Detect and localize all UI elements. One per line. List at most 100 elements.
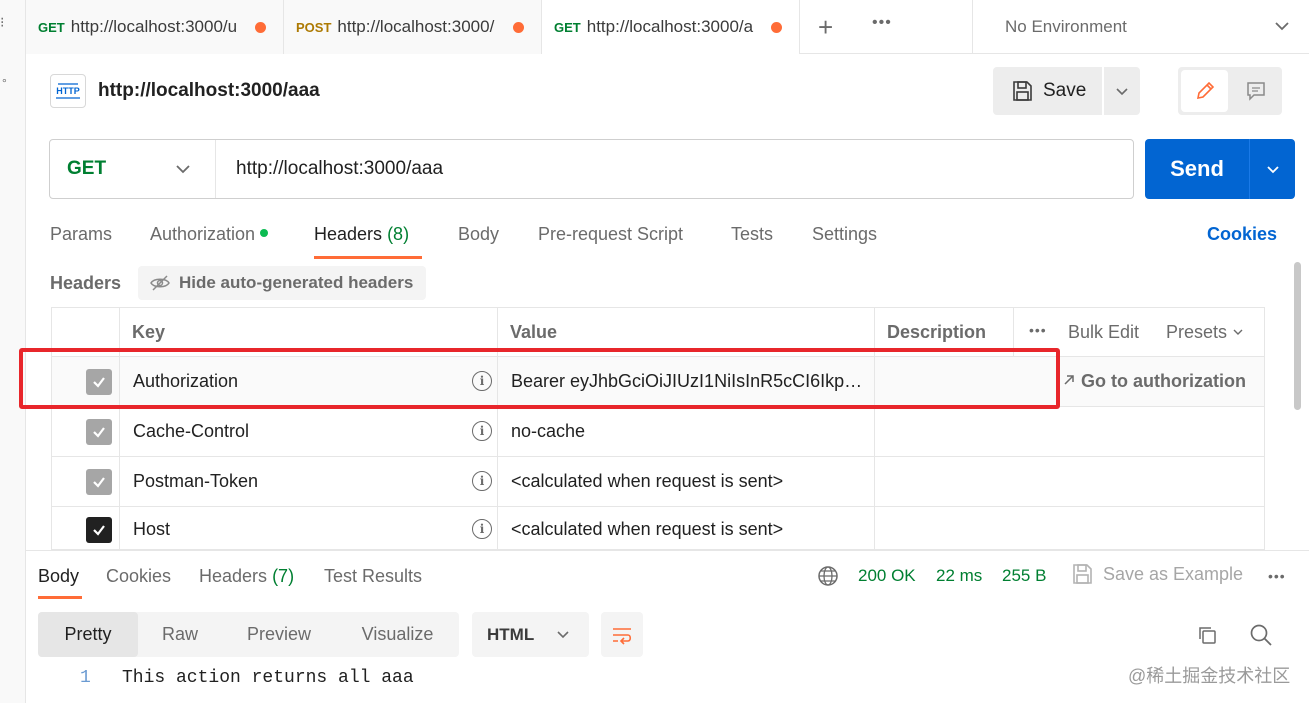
- response-headers-count: (7): [272, 566, 295, 586]
- format-visualize[interactable]: Visualize: [336, 612, 459, 657]
- header-key[interactable]: Postman-Token: [133, 471, 258, 492]
- table-row: Postman-Token i <calculated when request…: [51, 457, 1265, 507]
- unsaved-dot-icon: [513, 21, 525, 33]
- tab-body[interactable]: Body: [458, 224, 499, 245]
- status-code[interactable]: 200 OK: [858, 566, 916, 586]
- response-headers-label: Headers: [199, 566, 268, 586]
- row-checkbox[interactable]: [86, 517, 112, 543]
- response-time[interactable]: 22 ms: [936, 566, 982, 586]
- go-to-authorization-link[interactable]: Go to authorization: [1062, 371, 1246, 392]
- wrap-lines-icon: [613, 627, 632, 645]
- response-tab-cookies[interactable]: Cookies: [106, 566, 171, 587]
- response-tab-headers[interactable]: Headers (7): [199, 566, 294, 587]
- save-button[interactable]: Save: [993, 67, 1102, 115]
- format-preview[interactable]: Preview: [222, 612, 336, 657]
- hide-auto-headers-button[interactable]: Hide auto-generated headers: [138, 266, 426, 300]
- tab-url: http://localhost:3000/: [337, 17, 495, 36]
- unsaved-dot-icon: [770, 21, 782, 33]
- response-body-text: This action returns all aaa: [122, 668, 414, 688]
- tab-headers-label: Headers: [314, 224, 383, 244]
- tab-headers[interactable]: Headers (8): [314, 224, 409, 245]
- search-icon[interactable]: [1249, 623, 1273, 647]
- header-key[interactable]: Host: [133, 519, 170, 540]
- tab-method: GET: [38, 19, 65, 35]
- row-checkbox[interactable]: [86, 469, 112, 495]
- response-size[interactable]: 255 B: [1002, 566, 1046, 586]
- wrap-lines-button[interactable]: [601, 612, 643, 657]
- environment-label: No Environment: [1005, 17, 1127, 36]
- environment-selector[interactable]: No Environment: [972, 0, 1309, 54]
- tab-settings[interactable]: Settings: [812, 224, 877, 245]
- presets-label: Presets: [1166, 322, 1228, 342]
- response-tab-test-results[interactable]: Test Results: [324, 566, 422, 587]
- chevron-down-icon: [1116, 88, 1128, 96]
- copy-icon[interactable]: [1196, 624, 1218, 646]
- request-tab-bar: GET http://localhost:3000/u POST http://…: [26, 0, 1309, 54]
- table-row: Cache-Control i no-cache: [51, 407, 1265, 457]
- tab-url: http://localhost:3000/a: [586, 17, 754, 36]
- comment-icon: [1246, 82, 1265, 101]
- method-selector[interactable]: GET: [50, 140, 216, 198]
- tab-url: http://localhost:3000/u: [70, 17, 238, 36]
- comments-button[interactable]: [1232, 70, 1279, 112]
- tab-request-2[interactable]: POST http://localhost:3000/: [284, 0, 542, 54]
- header-key[interactable]: Cache-Control: [133, 421, 249, 442]
- tab-prerequest-script[interactable]: Pre-request Script: [538, 224, 683, 245]
- response-code-line: 1 This action returns all aaa: [80, 668, 414, 688]
- tab-more-icon[interactable]: •••: [872, 14, 892, 32]
- header-value[interactable]: <calculated when request is sent>: [511, 471, 783, 492]
- active-tab-indicator: [38, 596, 82, 599]
- gutter-dot-icon: °: [2, 76, 7, 90]
- columns-more-icon[interactable]: •••: [1029, 322, 1047, 338]
- language-label: HTML: [487, 624, 535, 644]
- edit-button[interactable]: [1181, 70, 1228, 112]
- info-icon[interactable]: i: [472, 471, 492, 491]
- format-pretty[interactable]: Pretty: [38, 612, 138, 657]
- chevron-down-icon: [1266, 166, 1279, 174]
- tab-params[interactable]: Params: [50, 224, 112, 245]
- tab-authorization[interactable]: Authorization: [150, 224, 269, 245]
- globe-icon[interactable]: [817, 565, 839, 587]
- pencil-icon: [1196, 81, 1214, 100]
- save-label: Save: [1043, 80, 1087, 101]
- tab-authorization-label: Authorization: [150, 224, 256, 244]
- header-value[interactable]: <calculated when request is sent>: [511, 519, 783, 540]
- request-title[interactable]: http://localhost:3000/aaa: [98, 80, 320, 102]
- format-tabs: Pretty Raw Preview Visualize: [38, 612, 459, 657]
- presets-dropdown[interactable]: Presets: [1166, 322, 1244, 343]
- tab-request-1[interactable]: GET http://localhost:3000/u: [26, 0, 284, 54]
- gutter-handle-icon[interactable]: ⁝: [0, 14, 4, 31]
- language-selector[interactable]: HTML: [472, 612, 589, 657]
- new-tab-plus-icon[interactable]: +: [818, 12, 833, 43]
- tab-tests[interactable]: Tests: [731, 224, 773, 245]
- column-value: Value: [510, 322, 558, 342]
- response-divider[interactable]: [26, 550, 1309, 551]
- checkmark-icon: [93, 427, 105, 438]
- response-tab-body[interactable]: Body: [38, 566, 79, 587]
- watermark: @稀土掘金技术社区: [1128, 666, 1291, 686]
- tab-request-3[interactable]: GET http://localhost:3000/a: [542, 0, 800, 54]
- bulk-edit-button[interactable]: Bulk Edit: [1068, 322, 1139, 343]
- response-more-icon[interactable]: •••: [1268, 568, 1286, 584]
- arrow-up-right-icon: [1064, 375, 1074, 385]
- send-button[interactable]: Send: [1145, 139, 1249, 199]
- chevron-down-icon: [557, 631, 569, 639]
- unsaved-dot-icon: [254, 21, 266, 33]
- active-dot-icon: [260, 229, 269, 238]
- send-options-button[interactable]: [1249, 139, 1295, 199]
- table-row: Host i <calculated when request is sent>: [51, 507, 1265, 550]
- row-checkbox[interactable]: [86, 419, 112, 445]
- cookies-link[interactable]: Cookies: [1207, 224, 1277, 245]
- chevron-down-icon: [176, 165, 190, 174]
- info-icon[interactable]: i: [472, 421, 492, 441]
- save-as-example-button[interactable]: Save as Example: [1071, 563, 1243, 585]
- tab-method: POST: [296, 19, 332, 35]
- url-input[interactable]: [236, 158, 1116, 180]
- save-options-button[interactable]: [1104, 67, 1140, 115]
- header-value[interactable]: no-cache: [511, 421, 585, 442]
- format-raw[interactable]: Raw: [138, 612, 222, 657]
- eye-off-icon: [150, 275, 170, 291]
- vertical-scrollbar[interactable]: [1294, 262, 1301, 410]
- info-icon[interactable]: i: [472, 519, 492, 539]
- line-number: 1: [80, 668, 91, 688]
